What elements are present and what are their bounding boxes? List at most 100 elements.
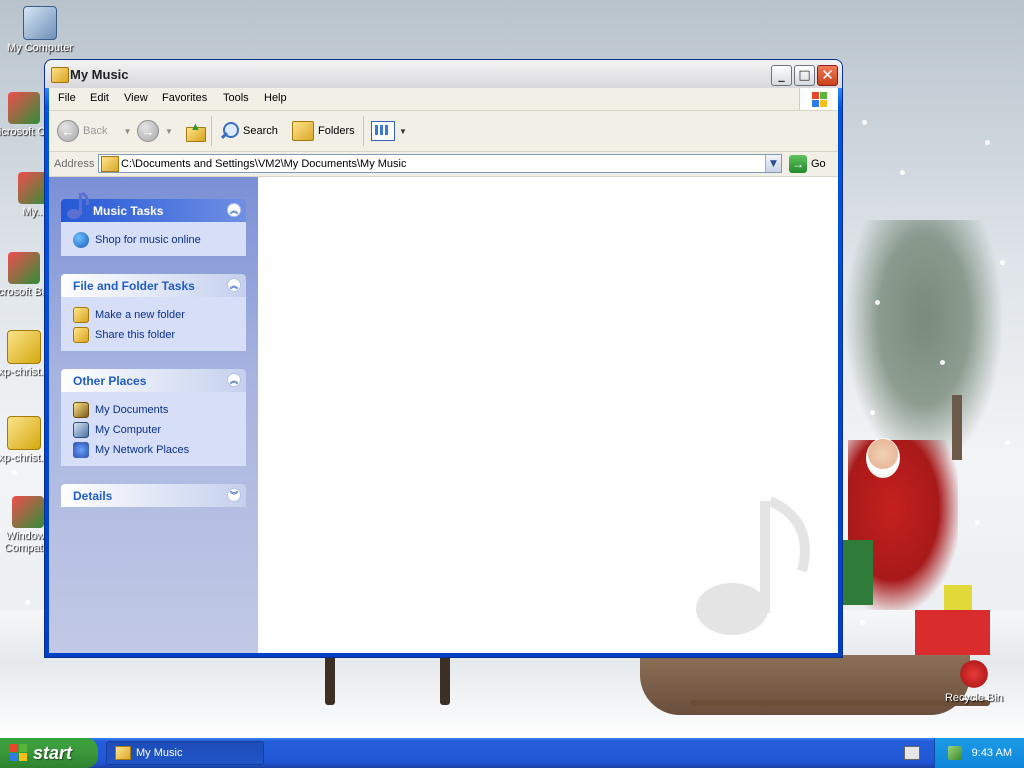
- toolbar-separator: [363, 116, 364, 146]
- link-make-new-folder[interactable]: Make a new folder: [73, 305, 246, 325]
- views-button[interactable]: ▼: [371, 118, 407, 144]
- taskbar-item-label: My Music: [136, 747, 183, 759]
- panel-header-music-tasks[interactable]: Music Tasks ︽: [61, 191, 246, 222]
- clock[interactable]: 9:43 AM: [972, 747, 1012, 759]
- menu-edit[interactable]: Edit: [90, 92, 109, 104]
- snowflake: [862, 120, 867, 125]
- content-area: Music Tasks ︽ Shop for music online File…: [49, 177, 838, 653]
- standard-toolbar: ← Back ▼ → ▼ Search Folders: [49, 111, 838, 152]
- snowflake: [875, 300, 880, 305]
- panel-body: Make a new folder Share this folder: [61, 297, 246, 351]
- go-label: Go: [811, 158, 826, 170]
- forward-arrow-icon: →: [137, 120, 159, 142]
- address-dropdown-button[interactable]: ▼: [765, 155, 781, 172]
- panel-title: Details: [73, 489, 113, 503]
- explorer-window: My Music _ □ ✕ File Edit View Favorites …: [44, 59, 843, 658]
- panel-header-file-folder-tasks[interactable]: File and Folder Tasks ︽: [61, 274, 246, 297]
- collapse-chevron-icon[interactable]: ︽: [227, 373, 241, 387]
- snowflake: [25, 600, 30, 605]
- task-pane: Music Tasks ︽ Shop for music online File…: [49, 177, 258, 653]
- gift-green: [843, 540, 873, 605]
- snowflake: [975, 520, 980, 525]
- search-button[interactable]: Search: [219, 118, 278, 144]
- snowflake: [985, 140, 990, 145]
- folder-icon: [7, 416, 41, 450]
- back-button[interactable]: ← Back ▼: [57, 118, 131, 144]
- link-share-folder[interactable]: Share this folder: [73, 325, 246, 345]
- network-tray-icon[interactable]: [947, 746, 962, 760]
- link-label: My Computer: [95, 424, 162, 436]
- new-folder-icon: [73, 307, 89, 323]
- app-icon: [12, 496, 44, 528]
- forward-button[interactable]: → ▼: [137, 118, 173, 144]
- snowflake: [940, 360, 945, 365]
- folders-icon: [292, 121, 314, 141]
- desktop-icon-label: Recycle Bin: [944, 692, 1004, 704]
- title-bar[interactable]: My Music _ □ ✕: [45, 60, 842, 88]
- panel-header-details[interactable]: Details ︾: [61, 484, 246, 507]
- folders-label: Folders: [318, 125, 355, 137]
- link-my-documents[interactable]: My Documents: [73, 400, 246, 420]
- menu-tools[interactable]: Tools: [223, 92, 249, 104]
- folder-icon: [115, 746, 131, 760]
- go-button[interactable]: → Go: [789, 154, 826, 174]
- gift-red: [915, 610, 990, 655]
- reindeer-leg: [325, 655, 335, 705]
- network-places-icon: [73, 442, 89, 458]
- search-icon: [219, 121, 239, 141]
- panel-header-other-places[interactable]: Other Places ︽: [61, 369, 246, 392]
- snowflake: [900, 170, 905, 175]
- minimize-icon: _: [778, 68, 785, 83]
- address-value: C:\Documents and Settings\VM2\My Documen…: [121, 158, 407, 170]
- collapse-chevron-icon[interactable]: ︽: [227, 203, 241, 217]
- address-input[interactable]: C:\Documents and Settings\VM2\My Documen…: [98, 154, 782, 173]
- menu-file[interactable]: File: [58, 92, 76, 104]
- link-label: My Documents: [95, 404, 169, 416]
- minimize-button[interactable]: _: [771, 65, 792, 86]
- link-shop-for-music[interactable]: Shop for music online: [73, 230, 246, 250]
- start-button[interactable]: start: [0, 738, 98, 768]
- chevron-down-icon: ▼: [165, 126, 173, 136]
- address-bar: Address C:\Documents and Settings\VM2\My…: [49, 152, 838, 177]
- panel-file-folder-tasks: File and Folder Tasks ︽ Make a new folde…: [61, 274, 246, 351]
- folders-button[interactable]: Folders: [292, 118, 355, 144]
- desktop-icon-recycle-bin[interactable]: Recycle Bin: [934, 658, 1014, 704]
- recycle-bin-icon: [958, 658, 990, 690]
- window-title: My Music: [70, 67, 129, 82]
- menu-view[interactable]: View: [124, 92, 148, 104]
- santa-face: [866, 438, 900, 478]
- snowflake: [860, 620, 865, 625]
- expand-chevron-icon[interactable]: ︾: [227, 488, 241, 502]
- keyboard-icon[interactable]: [904, 746, 920, 760]
- share-folder-icon: [73, 327, 89, 343]
- maximize-icon: □: [798, 68, 811, 83]
- menu-bar: File Edit View Favorites Tools Help: [49, 88, 838, 111]
- taskbar-item-my-music[interactable]: My Music: [106, 741, 264, 765]
- panel-music-tasks: Music Tasks ︽ Shop for music online: [61, 191, 246, 256]
- link-my-network-places[interactable]: My Network Places: [73, 440, 246, 460]
- computer-icon: [73, 422, 89, 438]
- menu-favorites[interactable]: Favorites: [162, 92, 207, 104]
- panel-details: Details ︾: [61, 484, 246, 507]
- panel-body: Shop for music online: [61, 222, 246, 256]
- computer-icon: [23, 6, 57, 40]
- views-icon: [371, 121, 395, 141]
- chevron-down-icon: ▼: [399, 126, 407, 136]
- gift-yellow: [944, 585, 972, 610]
- my-documents-icon: [73, 402, 89, 418]
- system-tray: 9:43 AM: [934, 738, 1024, 768]
- back-label: Back: [83, 125, 108, 137]
- up-folder-button[interactable]: [185, 118, 206, 144]
- maximize-button[interactable]: □: [794, 65, 815, 86]
- link-label: Make a new folder: [95, 309, 185, 321]
- close-icon: ✕: [821, 66, 834, 84]
- menu-help[interactable]: Help: [264, 92, 287, 104]
- close-button[interactable]: ✕: [817, 65, 838, 86]
- collapse-chevron-icon[interactable]: ︽: [227, 278, 241, 292]
- panel-title: Other Places: [73, 374, 147, 388]
- reindeer-leg: [440, 655, 450, 705]
- snowflake: [1000, 260, 1005, 265]
- desktop-icon-my-computer[interactable]: My Computer: [0, 6, 80, 54]
- folder-music-icon: [51, 67, 69, 83]
- link-my-computer[interactable]: My Computer: [73, 420, 246, 440]
